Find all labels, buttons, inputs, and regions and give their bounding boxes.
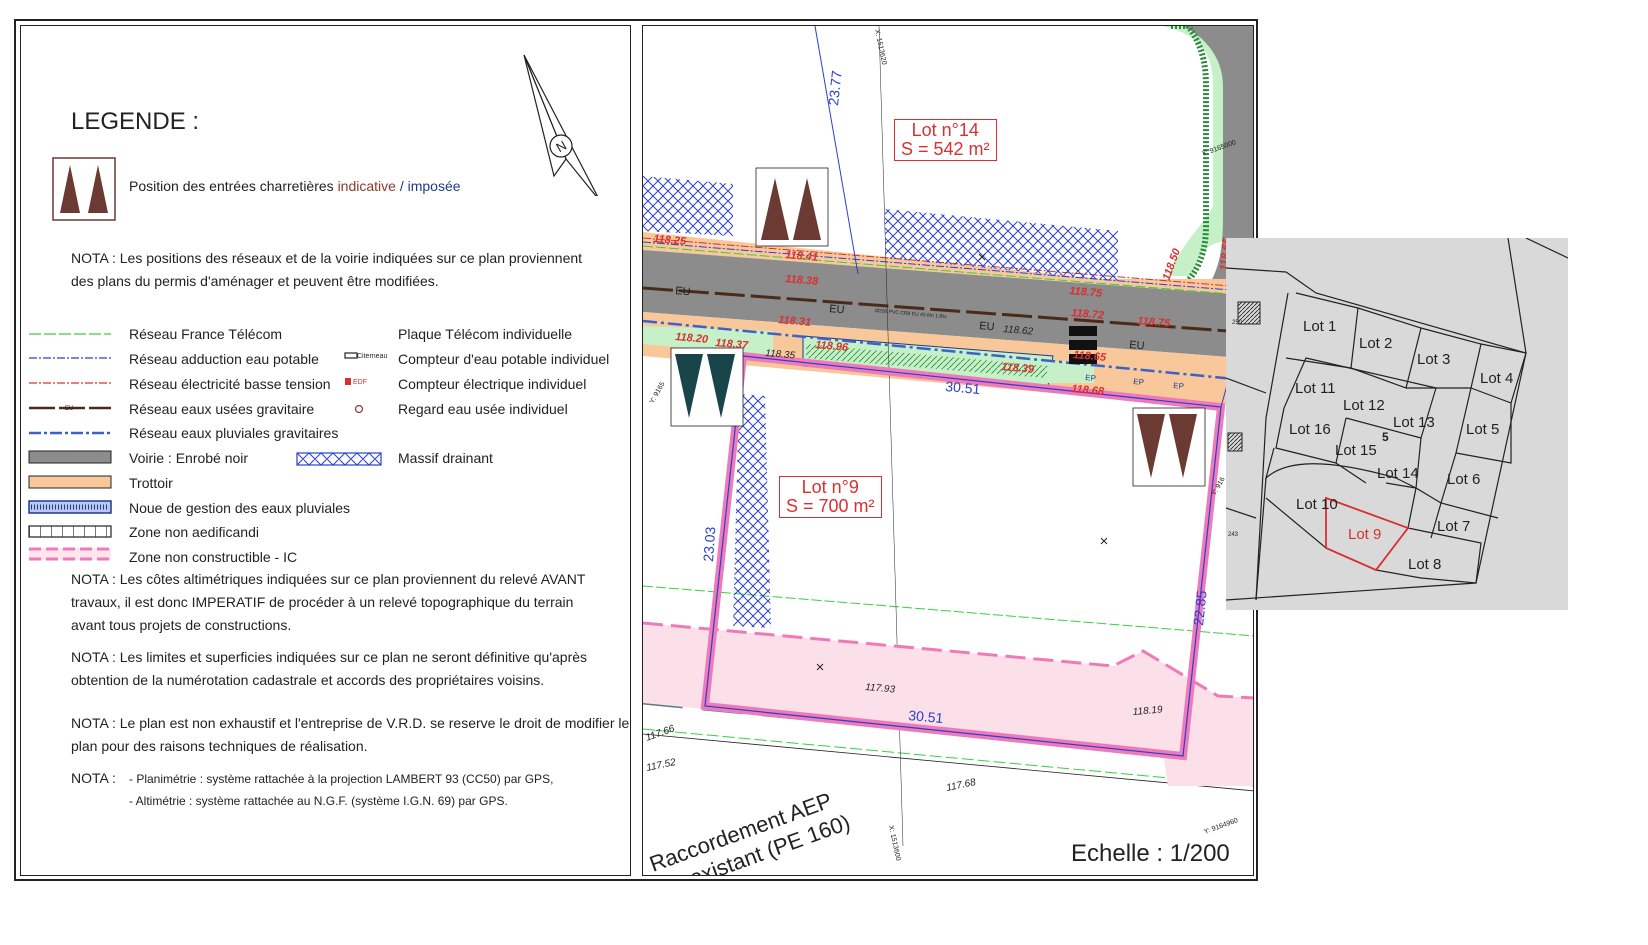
nota2-line3: avant tous projets de constructions. xyxy=(71,617,292,633)
dim-23-03: 23.03 xyxy=(700,526,718,562)
locator-lot-2: Lot 2 xyxy=(1359,335,1393,352)
entree-imposee: imposée xyxy=(407,178,461,194)
legend-item-electricite: Réseau électricité basse tension xyxy=(129,376,331,392)
net-ep-3: EP xyxy=(1173,381,1184,391)
locator-parcel-243: 243 xyxy=(1228,532,1239,538)
net-eu-1: EU xyxy=(675,285,691,298)
plan-panel: 23.77 30.51 23.03 22.85 30.51 118.25 118… xyxy=(642,25,1254,876)
level-black-6: 117.52 xyxy=(645,757,677,774)
legend-item-telecom: Réseau France Télécom xyxy=(129,326,283,342)
locator-map: 250 243 5 Lot 1 Lot 2 Lot 3 Lot 4 Lot 11… xyxy=(1226,238,1568,610)
coord-6: Y: 9164960 xyxy=(1203,817,1239,836)
lot14-name: Lot n°14 xyxy=(911,120,979,140)
level-12: 118.68 xyxy=(1071,383,1106,398)
entree-charretiere-icon xyxy=(52,157,116,221)
lot14-label: Lot n°14 S = 542 m² xyxy=(894,119,997,161)
legend-edf-symbol: EDF xyxy=(353,379,367,386)
nota5-label: NOTA : xyxy=(71,770,116,786)
scale-label: Echelle : 1/200 xyxy=(1071,840,1230,867)
legend-item-noue: Noue de gestion des eaux pluviales xyxy=(129,500,351,516)
legend-item-plaque-telecom: Plaque Télécom individuelle xyxy=(398,326,573,342)
locator-lot-5: Lot 5 xyxy=(1466,421,1500,438)
legend-item-eau-potable: Réseau adduction eau potable xyxy=(129,351,319,367)
locator-mark: 5 xyxy=(1382,430,1389,444)
lot9-label: Lot n°9 S = 700 m² xyxy=(779,476,882,518)
legend-item-regard-eu: Regard eau usée individuel xyxy=(398,401,568,417)
locator-lot-14: Lot 14 xyxy=(1377,465,1419,482)
locator-lot-4: Lot 4 xyxy=(1480,370,1514,387)
entree-sep: / xyxy=(399,178,404,194)
level-black-7: 117.68 xyxy=(945,777,977,794)
nota5-line2: - Altimétrie : système rattachée au N.G.… xyxy=(129,794,508,808)
nota3-line2: obtention de la numérotation cadastrale … xyxy=(71,672,545,688)
coord-1: X: 1513620 xyxy=(873,29,887,66)
entree-charretiere-lot9-right xyxy=(1132,407,1206,487)
locator-parcel-250: 250 xyxy=(1232,320,1243,326)
locator-lot-7: Lot 7 xyxy=(1437,518,1471,535)
legend-item-trottoir: Trottoir xyxy=(129,475,173,491)
coord-3: Y: 9165 xyxy=(649,381,667,405)
dim-30-51-top: 30.51 xyxy=(945,378,982,397)
legend-title: LEGENDE : xyxy=(71,108,200,135)
locator-lot-9: Lot 9 xyxy=(1348,526,1382,543)
dim-30-51-bottom: 30.51 xyxy=(908,707,945,726)
entree-charretiere-lot14 xyxy=(755,167,829,247)
net-eu-4: EU xyxy=(1129,339,1145,352)
legend-right-symbols xyxy=(344,352,364,414)
locator-lot-1: Lot 1 xyxy=(1303,318,1337,335)
lot14-area: S = 542 m² xyxy=(901,139,990,159)
legend-item-eaux-pluviales: Réseau eaux pluviales gravitaires xyxy=(129,425,339,441)
entree-prefix: Position des entrées charretières xyxy=(129,178,334,194)
legend-citerneau-symbol: Citerneau xyxy=(357,353,388,360)
locator-lot-15: Lot 15 xyxy=(1335,442,1377,459)
nota2-line1: NOTA : Les côtes altimétriques indiquées… xyxy=(71,571,586,587)
locator-lot-16: Lot 16 xyxy=(1289,421,1331,438)
lot9-area: S = 700 m² xyxy=(786,496,875,516)
nota1-line1: NOTA : Les positions des réseaux et de l… xyxy=(71,250,583,266)
entree-indicative: indicative xyxy=(337,178,396,194)
locator-lot-11: Lot 11 xyxy=(1295,380,1336,397)
nota1-line2: des plans du permis d'aménager et peuven… xyxy=(71,273,439,289)
coord-5: X: 1513600 xyxy=(887,825,901,862)
dim-22-85: 22.85 xyxy=(1190,590,1210,627)
net-eu-2: EU xyxy=(829,303,845,316)
net-ep-2: EP xyxy=(1133,377,1144,387)
legend-massif-symbol xyxy=(296,452,382,466)
legend-item-non-aedificandi: Zone non aedificandi xyxy=(129,524,259,540)
nota4-line2: plan pour des raisons techniques de réal… xyxy=(71,738,368,754)
legend-item-compteur-eau: Compteur d'eau potable individuel xyxy=(398,351,610,367)
entree-charretiere-lot9-left xyxy=(670,347,744,427)
locator-lot-6: Lot 6 xyxy=(1447,471,1481,488)
dim-23-77: 23.77 xyxy=(825,70,845,107)
locator-lot-12: Lot 12 xyxy=(1343,397,1385,414)
north-arrow-icon: N xyxy=(523,54,599,196)
locator-lot-8: Lot 8 xyxy=(1408,556,1442,573)
nota4-line1: NOTA : Le plan est non exhaustif et l'en… xyxy=(71,715,629,731)
legend-item-eaux-usees: Réseau eaux usées gravitaire xyxy=(129,401,315,417)
net-eu-3: EU xyxy=(979,320,995,333)
net-ep-1: EP xyxy=(1085,373,1096,383)
level-black-5: 117.66 xyxy=(644,723,676,744)
legend-item-compteur-elec: Compteur électrique individuel xyxy=(398,376,587,392)
legend-panel: LEGENDE : N Position des entrées charret… xyxy=(20,25,631,876)
lot9-name: Lot n°9 xyxy=(801,477,859,497)
legend-item-voirie: Voirie : Enrobé noir xyxy=(129,450,249,466)
nota2-line2: travaux, il est donc IMPERATIF de procéd… xyxy=(71,594,574,610)
nota5-line1: - Planimétrie : système rattachée à la p… xyxy=(129,772,554,786)
locator-lot-3: Lot 3 xyxy=(1417,351,1451,368)
nota3-line1: NOTA : Les limites et superficies indiqu… xyxy=(71,649,588,665)
legend-item-massif-drainant: Massif drainant xyxy=(398,450,493,466)
legend-item-non-constructible: Zone non constructible - IC xyxy=(129,549,298,565)
locator-lot-10: Lot 10 xyxy=(1296,496,1338,513)
legend-eu-symbol: EU xyxy=(65,406,73,412)
locator-lot-13: Lot 13 xyxy=(1393,414,1435,431)
entree-label: Position des entrées charretières indica… xyxy=(129,178,461,194)
